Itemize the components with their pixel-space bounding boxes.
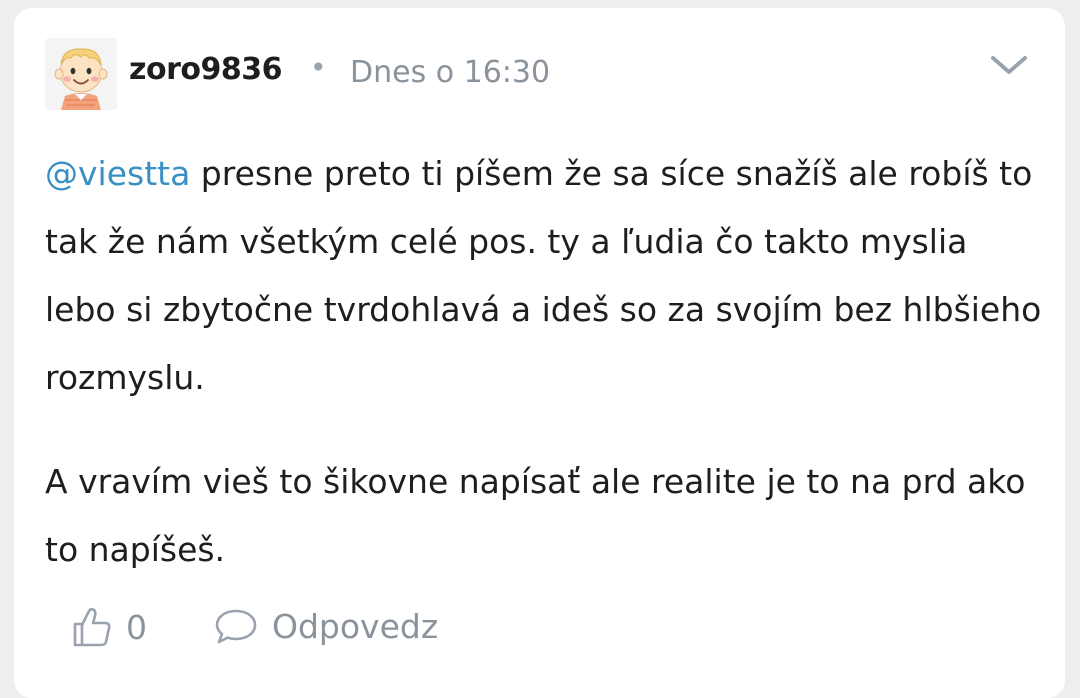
reply-button[interactable]: Odpovedz [214,606,438,646]
speech-bubble-icon [214,606,258,646]
comment-menu-button[interactable] [989,54,1029,78]
thumbs-up-icon [72,606,112,648]
avatar[interactable] [45,38,117,110]
comment-timestamp: Dnes o 16:30 [350,55,551,90]
username[interactable]: zoro9836 [129,52,282,87]
like-button[interactable]: 0 [72,606,147,648]
reply-label: Odpovedz [272,606,439,646]
comment-paragraph-1: @viestta presne preto ti píšem že sa síc… [45,140,1045,412]
chevron-down-icon [991,56,1027,74]
user-mention-link[interactable]: @viestta [45,154,190,193]
separator-dot: • [310,51,327,84]
cartoon-boy-avatar-icon [45,38,117,110]
comment-card: zoro9836 • Dnes o 16:30 @viestta presne … [14,8,1065,698]
comment-paragraph-1-text: presne preto ti píšem že sa síce snažíš … [45,154,1042,397]
like-count: 0 [126,607,147,647]
comment-paragraph-2: A vravím vieš to šikovne napísať ale rea… [45,462,1026,569]
